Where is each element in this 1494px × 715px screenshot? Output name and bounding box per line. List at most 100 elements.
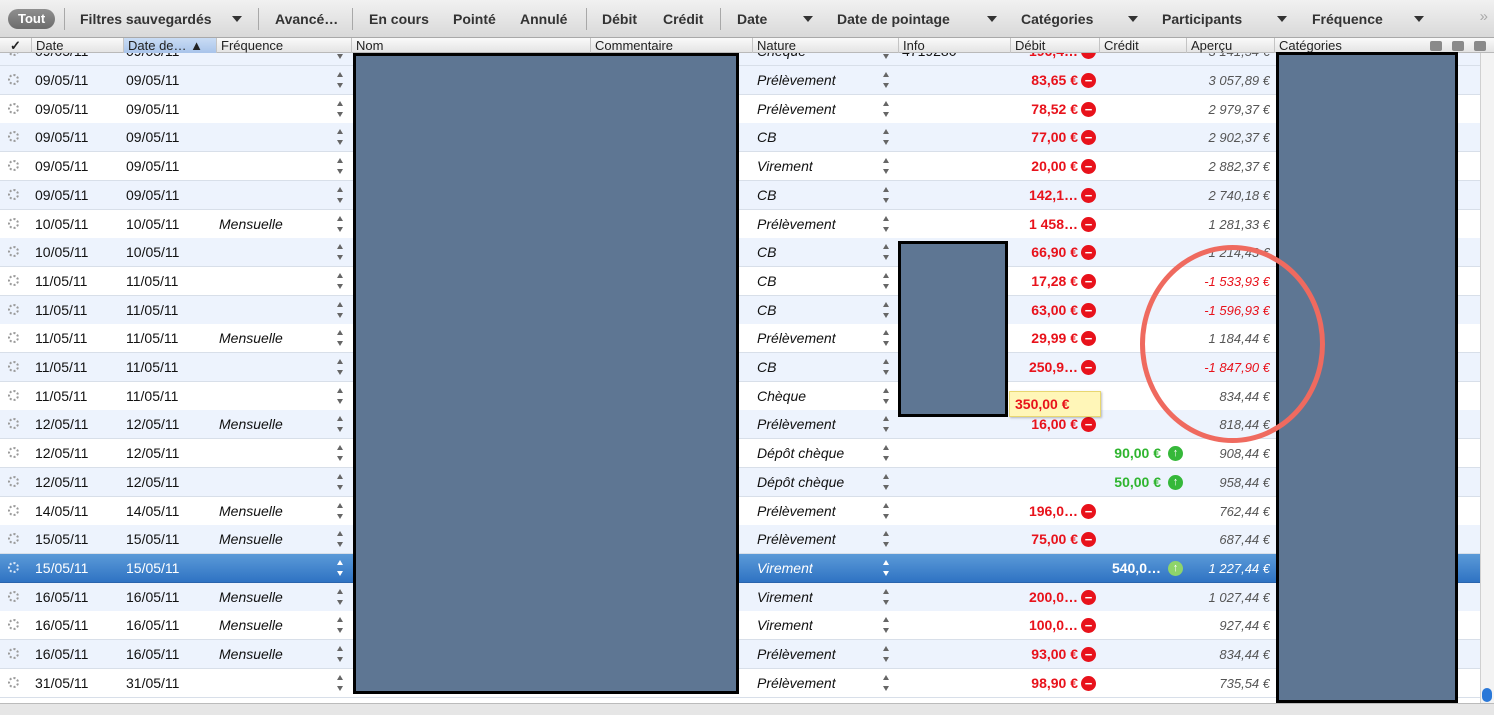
nature-stepper-icon[interactable]	[882, 445, 890, 462]
nature-stepper-icon[interactable]	[882, 416, 890, 433]
table-row[interactable]: 16/05/11 16/05/11 Mensuelle Virement 100,0… −…	[0, 611, 1480, 641]
column-header-nature[interactable]: Nature	[752, 38, 898, 53]
column-header-comment[interactable]: Commentaire	[590, 38, 752, 53]
frequency-stepper-icon[interactable]	[336, 215, 344, 232]
table-row[interactable]: 14/05/11 14/05/11 Mensuelle Prélèvement 196,…	[0, 496, 1480, 526]
frequency-stepper-icon[interactable]	[336, 359, 344, 375]
nature-stepper-icon[interactable]	[882, 301, 890, 318]
nature-stepper-icon[interactable]	[882, 531, 890, 548]
frequency-stepper-icon[interactable]	[336, 473, 344, 490]
nature-stepper-icon[interactable]	[882, 158, 890, 175]
table-row[interactable]: 31/05/11 31/05/11 Prélèvement 98,90 € − 735,5…	[0, 668, 1480, 698]
frequency-stepper-icon[interactable]	[336, 301, 344, 318]
table-row[interactable]: 09/05/11 09/05/11 CB 77,00 € − 2 902,37 €	[0, 123, 1480, 153]
chevron-down-icon[interactable]	[1414, 16, 1424, 22]
frequency-stepper-icon[interactable]	[336, 559, 344, 576]
filter-check-date-menu[interactable]: Date de pointage	[837, 11, 950, 27]
nature-stepper-icon[interactable]	[882, 53, 890, 59]
chevron-down-icon[interactable]	[987, 16, 997, 22]
table-row[interactable]: 09/05/11 09/05/11 CB 142,1… − 2 740,18 €	[0, 180, 1480, 210]
table-row[interactable]: 15/05/11 15/05/11 Mensuelle Prélèvement 75,0…	[0, 525, 1480, 555]
frequency-stepper-icon[interactable]	[336, 272, 344, 289]
scrollbar-thumb[interactable]	[1482, 688, 1492, 702]
frequency-stepper-icon[interactable]	[336, 158, 344, 175]
column-header-date[interactable]: Date	[31, 38, 123, 53]
frequency-stepper-icon[interactable]	[336, 646, 344, 662]
table-row[interactable]: 16/05/11 16/05/11 Mensuelle Virement 200,0… −…	[0, 582, 1480, 612]
frequency-stepper-icon[interactable]	[336, 502, 344, 519]
frequency-stepper-icon[interactable]	[336, 588, 344, 605]
frequency-stepper-icon[interactable]	[336, 674, 344, 691]
column-header-check[interactable]: ✓	[0, 38, 31, 53]
column-header-value-date[interactable]: Date de… ▲	[123, 38, 216, 53]
column-header-credit[interactable]: Crédit	[1099, 38, 1186, 53]
frequency-stepper-icon[interactable]	[336, 445, 344, 462]
nature-stepper-icon[interactable]	[882, 244, 890, 261]
table-row[interactable]: 09/05/11 09/05/11 Prélèvement 83,65 € − 3 057…	[0, 66, 1480, 95]
nature-stepper-icon[interactable]	[882, 186, 890, 203]
reconcile-icon[interactable]	[1452, 40, 1464, 51]
filter-cancelled-button[interactable]: Annulé	[520, 11, 567, 27]
table-row[interactable]: 12/05/11 12/05/11 Dépôt chèque 50,00 € ↑ 958,…	[0, 467, 1480, 497]
chevron-down-icon[interactable]	[1277, 16, 1287, 22]
vertical-scrollbar[interactable]	[1480, 53, 1494, 703]
filter-checked-button[interactable]: Pointé	[453, 11, 496, 27]
frequency-stepper-icon[interactable]	[336, 244, 344, 261]
table-row[interactable]: 09/05/11 09/05/11 Prélèvement 78,52 € − 2 979…	[0, 94, 1480, 124]
filter-all-button[interactable]: Tout	[8, 9, 56, 29]
saved-filters-menu[interactable]: Filtres sauvegardés	[80, 11, 212, 27]
nature-stepper-icon[interactable]	[882, 646, 890, 662]
column-header-balance[interactable]: Aperçu	[1186, 38, 1274, 53]
advanced-filter-button[interactable]: Avancé…	[275, 11, 338, 27]
filter-credit-button[interactable]: Crédit	[663, 11, 703, 27]
frequency-stepper-icon[interactable]	[336, 53, 344, 59]
frequency-stepper-icon[interactable]	[336, 186, 344, 203]
table-row[interactable]: 16/05/11 16/05/11 Mensuelle Prélèvement 93,0…	[0, 640, 1480, 669]
filter-categories-menu[interactable]: Catégories	[1021, 11, 1093, 27]
nature-stepper-icon[interactable]	[882, 215, 890, 232]
participants-icon[interactable]	[1430, 40, 1442, 51]
attachment-icon[interactable]	[1474, 40, 1486, 51]
table-row[interactable]: 10/05/11 10/05/11 Mensuelle Prélèvement 1 45…	[0, 209, 1480, 239]
nature-stepper-icon[interactable]	[882, 129, 890, 146]
nature-stepper-icon[interactable]	[882, 72, 890, 88]
frequency-stepper-icon[interactable]	[336, 330, 344, 347]
column-header-categories[interactable]: Catégories	[1274, 38, 1384, 53]
nature-stepper-icon[interactable]	[882, 387, 890, 404]
nature-stepper-icon[interactable]	[882, 272, 890, 289]
nature-stepper-icon[interactable]	[882, 359, 890, 375]
frequency-stepper-icon[interactable]	[336, 531, 344, 548]
chevron-down-icon[interactable]	[1128, 16, 1138, 22]
frequency-stepper-icon[interactable]	[336, 72, 344, 88]
table-row[interactable]: 15/05/11 15/05/11 Virement 540,0… ↑ 1 227,44 …	[0, 553, 1480, 583]
frequency-stepper-icon[interactable]	[336, 129, 344, 146]
nature-stepper-icon[interactable]	[882, 473, 890, 490]
chevron-down-icon[interactable]	[232, 16, 242, 22]
frequency-stepper-icon[interactable]	[336, 387, 344, 404]
filter-participants-menu[interactable]: Participants	[1162, 11, 1242, 27]
nature-stepper-icon[interactable]	[882, 617, 890, 634]
column-header-frequency[interactable]: Fréquence	[216, 38, 351, 53]
filter-in-progress-button[interactable]: En cours	[369, 11, 429, 27]
overflow-chevron-icon[interactable]: »	[1480, 8, 1488, 25]
column-header-name[interactable]: Nom	[351, 38, 590, 53]
nature-stepper-icon[interactable]	[882, 100, 890, 117]
column-header-debit[interactable]: Débit	[1010, 38, 1099, 53]
filter-frequency-menu[interactable]: Fréquence	[1312, 11, 1383, 27]
cell-date: 11/05/11	[35, 359, 88, 375]
chevron-down-icon[interactable]	[803, 16, 813, 22]
nature-stepper-icon[interactable]	[882, 588, 890, 605]
table-row[interactable]: 09/05/11 09/05/11 Virement 20,00 € − 2 882,37…	[0, 152, 1480, 182]
frequency-stepper-icon[interactable]	[336, 617, 344, 634]
frequency-stepper-icon[interactable]	[336, 100, 344, 117]
nature-stepper-icon[interactable]	[882, 330, 890, 347]
frequency-stepper-icon[interactable]	[336, 416, 344, 433]
filter-debit-button[interactable]: Débit	[602, 11, 637, 27]
column-header-info[interactable]: Info	[898, 38, 1010, 53]
nature-stepper-icon[interactable]	[882, 502, 890, 519]
nature-stepper-icon[interactable]	[882, 559, 890, 576]
nature-stepper-icon[interactable]	[882, 674, 890, 691]
table-row[interactable]: 09/05/11 09/05/11 Chèque 4719280 196,4… …	[0, 53, 1480, 66]
table-row[interactable]: 12/05/11 12/05/11 Dépôt chèque 90,00 € ↑ 908,…	[0, 439, 1480, 469]
filter-date-menu[interactable]: Date	[737, 11, 767, 27]
